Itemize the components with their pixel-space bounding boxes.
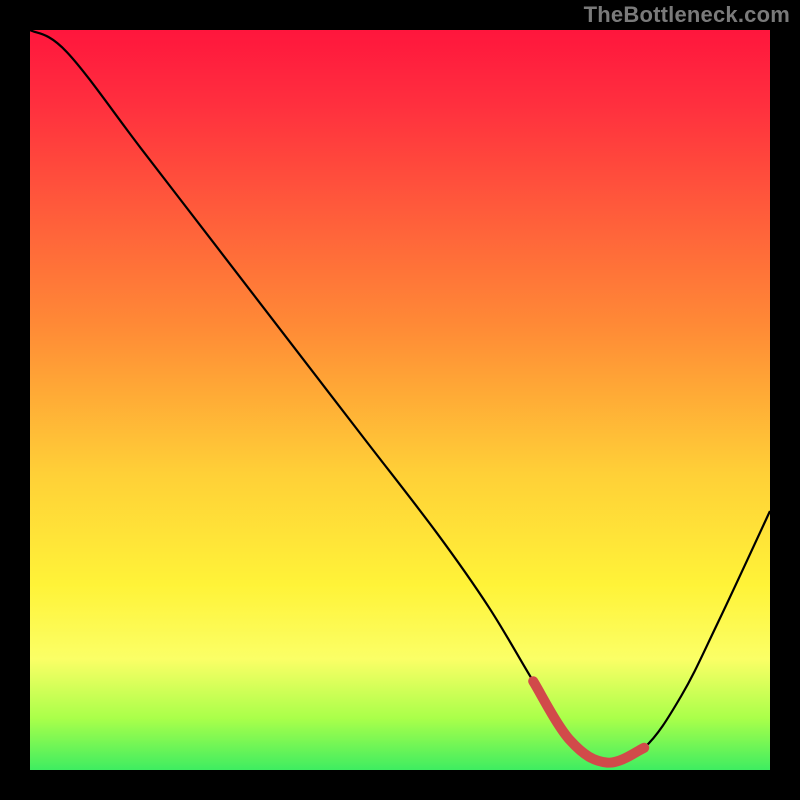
chart-frame: TheBottleneck.com <box>0 0 800 800</box>
chart-curve <box>30 30 770 763</box>
chart-plot-area <box>30 30 770 770</box>
watermark-text: TheBottleneck.com <box>584 2 790 28</box>
chart-highlight-segment <box>533 681 644 762</box>
chart-svg <box>30 30 770 770</box>
